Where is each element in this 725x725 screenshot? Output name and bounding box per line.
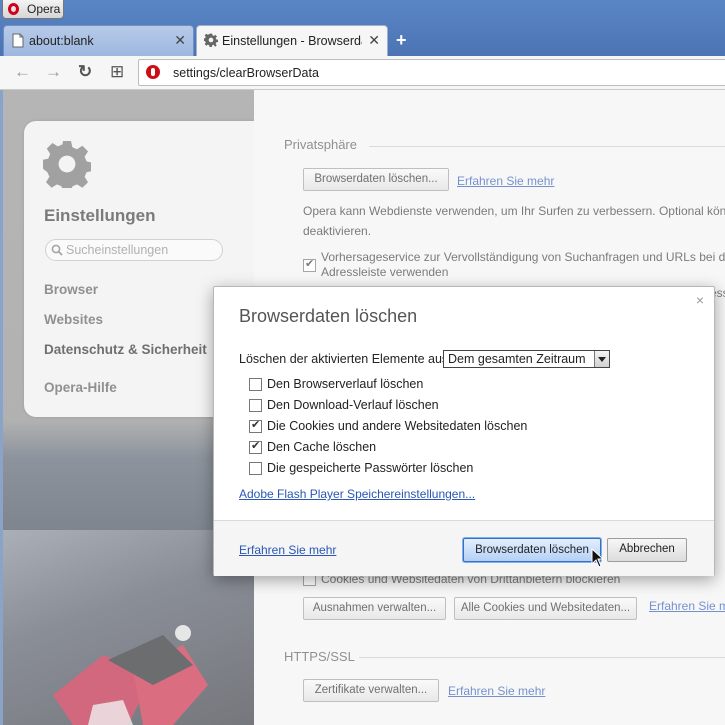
address-bar[interactable]: settings/clearBrowserData xyxy=(138,59,725,86)
chevron-down-icon[interactable] xyxy=(594,351,609,367)
clear-browsing-data-dialog: Browserdaten löschen × Löschen der aktiv… xyxy=(213,286,715,576)
option-label: Die Cookies und andere Websitedaten lösc… xyxy=(267,419,528,433)
forward-icon[interactable]: → xyxy=(45,62,62,82)
learn-more-link[interactable]: Erfahren Sie mehr xyxy=(239,543,336,557)
flash-settings-link[interactable]: Adobe Flash Player Speichereinstellungen… xyxy=(239,487,475,501)
page-icon xyxy=(12,33,24,48)
opera-menu-label: Opera xyxy=(27,2,61,16)
back-icon[interactable]: ← xyxy=(14,62,31,82)
time-range-value: Dem gesamten Zeitraum xyxy=(448,352,586,366)
option-label: Die gespeicherte Passwörter löschen xyxy=(267,461,474,475)
gear-icon xyxy=(204,33,218,47)
option-checkbox[interactable] xyxy=(249,439,262,454)
tab-label: about:blank xyxy=(29,34,94,48)
reload-icon[interactable]: ↻ xyxy=(78,62,92,82)
window-frame: Opera about:blank ✕ Einstellungen - Brow… xyxy=(0,0,725,56)
tab-settings[interactable]: Einstellungen - Browserdat ✕ xyxy=(196,25,388,56)
tab-label: Einstellungen - Browserdat xyxy=(222,34,362,48)
option-checkbox[interactable] xyxy=(249,462,262,475)
tab-close-icon[interactable]: ✕ xyxy=(368,32,380,49)
option-checkbox[interactable] xyxy=(249,399,262,412)
opera-menu-button[interactable]: Opera xyxy=(2,0,64,19)
new-tab-button[interactable]: + xyxy=(396,30,407,51)
tab-about-blank[interactable]: about:blank ✕ xyxy=(3,25,194,56)
time-range-select[interactable]: Dem gesamten Zeitraum xyxy=(443,350,610,368)
dialog-footer: Erfahren Sie mehr Browserdaten löschen A… xyxy=(214,520,714,576)
opera-badge-icon xyxy=(146,65,160,79)
option-checkbox[interactable] xyxy=(249,418,262,433)
close-icon[interactable]: × xyxy=(696,292,704,308)
option-label: Den Cache löschen xyxy=(267,440,377,454)
option-checkbox[interactable] xyxy=(249,378,262,391)
speed-dial-icon[interactable]: ⊞ xyxy=(110,62,124,82)
option-label: Den Browserverlauf löschen xyxy=(267,377,424,391)
option-label: Den Download-Verlauf löschen xyxy=(267,398,439,412)
tab-close-icon[interactable]: ✕ xyxy=(174,32,186,49)
address-text[interactable]: settings/clearBrowserData xyxy=(173,66,319,80)
confirm-clear-button[interactable]: Browserdaten löschen xyxy=(463,538,601,562)
time-range-label: Löschen der aktivierten Elemente aus: xyxy=(239,352,452,366)
toolbar: ← → ↻ ⊞ settings/clearBrowserData xyxy=(0,56,725,90)
mouse-cursor-icon xyxy=(591,548,605,568)
dialog-title: Browserdaten löschen xyxy=(239,306,418,326)
cancel-button[interactable]: Abbrechen xyxy=(607,538,687,562)
opera-logo-icon xyxy=(8,3,19,15)
